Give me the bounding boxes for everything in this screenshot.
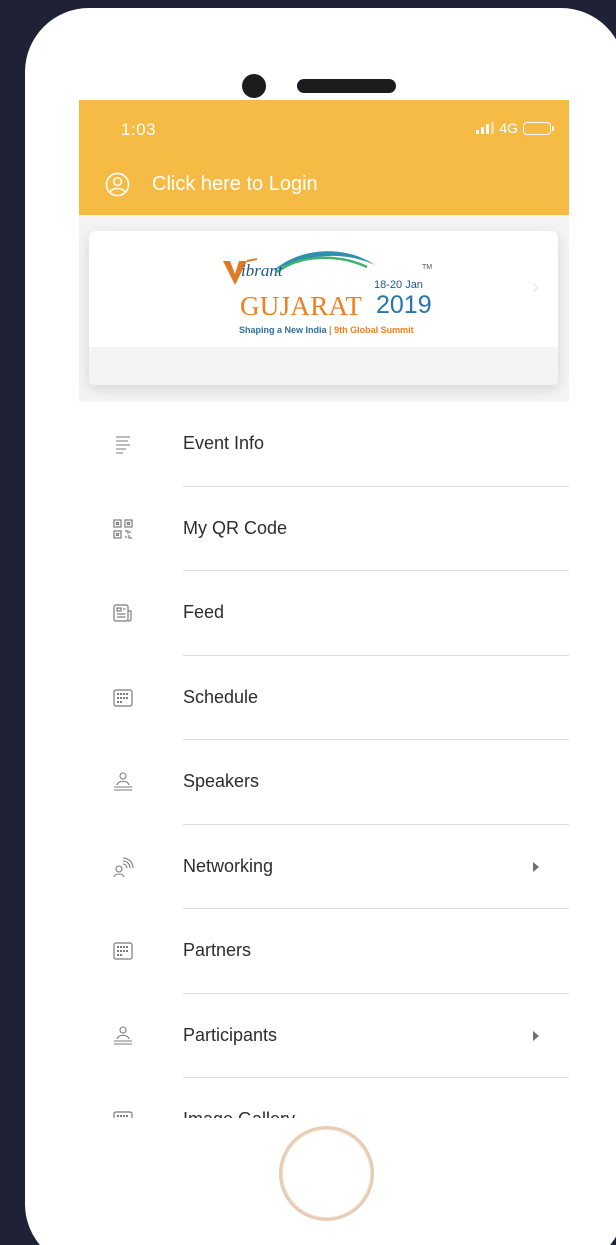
banner-footer — [89, 347, 558, 385]
menu-item-participants[interactable]: Participants — [79, 994, 569, 1078]
logo-tagline-left: Shaping a New India — [239, 325, 327, 335]
menu-item-label: Partners — [183, 940, 252, 961]
menu-item-label: Event Info — [183, 433, 265, 454]
menu-item-feed[interactable]: Feed — [79, 571, 569, 656]
app-screen: 1:03 4G Click here to Login ibrant TM 18… — [79, 100, 569, 1118]
status-time: 1:03 — [121, 120, 157, 139]
menu-item-schedule[interactable]: Schedule — [79, 656, 569, 740]
logo-main-text: GUJARAT — [240, 291, 363, 321]
menu-item-label: Image Gallery — [183, 1109, 295, 1118]
menu-item-partners[interactable]: Partners — [79, 909, 569, 994]
speaker-person-icon — [114, 1026, 132, 1045]
earpiece-speaker — [297, 79, 396, 93]
submenu-arrow-icon[interactable] — [533, 1030, 539, 1041]
header-bar: 1:03 4G Click here to Login — [79, 100, 569, 215]
newspaper-icon — [113, 604, 132, 622]
networking-icon — [113, 857, 134, 877]
menu-item-label: Networking — [183, 855, 274, 876]
battery-icon — [523, 121, 554, 135]
chevron-right-icon[interactable]: › — [531, 275, 540, 300]
gallery-icon — [113, 1111, 133, 1118]
login-button[interactable]: Click here to Login — [105, 172, 318, 197]
submenu-arrow-icon[interactable] — [533, 861, 539, 872]
user-profile-icon — [105, 172, 130, 197]
menu-item-label: Speakers — [183, 771, 260, 792]
menu-item-networking[interactable]: Networking — [79, 825, 569, 909]
menu-item-label: My QR Code — [183, 517, 288, 538]
home-button[interactable] — [279, 1126, 374, 1221]
logo-tagline-separator: | — [329, 325, 332, 335]
logo-trademark: TM — [422, 264, 433, 271]
menu-item-image-gallery[interactable]: Image Gallery — [79, 1078, 569, 1118]
status-indicators: 4G — [476, 120, 554, 136]
logo-tagline: Shaping a New India | 9th Global Summit — [239, 325, 414, 335]
menu-item-label: Schedule — [183, 686, 259, 707]
login-label: Click here to Login — [152, 173, 318, 195]
signal-strength-icon — [476, 122, 495, 134]
speaker-person-icon — [114, 772, 132, 791]
calendar-icon — [113, 689, 133, 707]
vibrant-gujarat-logo: ibrant TM 18-20 Jan GUJARAT 2019 Shaping… — [217, 241, 437, 341]
front-camera — [242, 74, 266, 98]
menu-item-label: Participants — [183, 1024, 278, 1045]
logo-tagline-right: 9th Global Summit — [334, 325, 414, 335]
logo-year: 2019 — [376, 291, 432, 319]
network-type: 4G — [499, 120, 518, 136]
logo-dates: 18-20 Jan — [374, 279, 423, 291]
menu-item-event-info[interactable]: Event Info — [79, 402, 569, 487]
side-menu-list: Event Info My QR Code Feed Schedule Spea… — [79, 402, 569, 1118]
calendar-icon — [113, 942, 133, 960]
event-banner-card[interactable]: ibrant TM 18-20 Jan GUJARAT 2019 Shaping… — [89, 231, 558, 385]
menu-item-speakers[interactable]: Speakers — [79, 740, 569, 825]
list-icon — [116, 436, 130, 454]
menu-item-my-qr-code[interactable]: My QR Code — [79, 487, 569, 571]
menu-item-label: Feed — [183, 602, 225, 623]
logo-brand-text: ibrant — [241, 261, 283, 280]
qr-code-icon — [113, 519, 133, 539]
